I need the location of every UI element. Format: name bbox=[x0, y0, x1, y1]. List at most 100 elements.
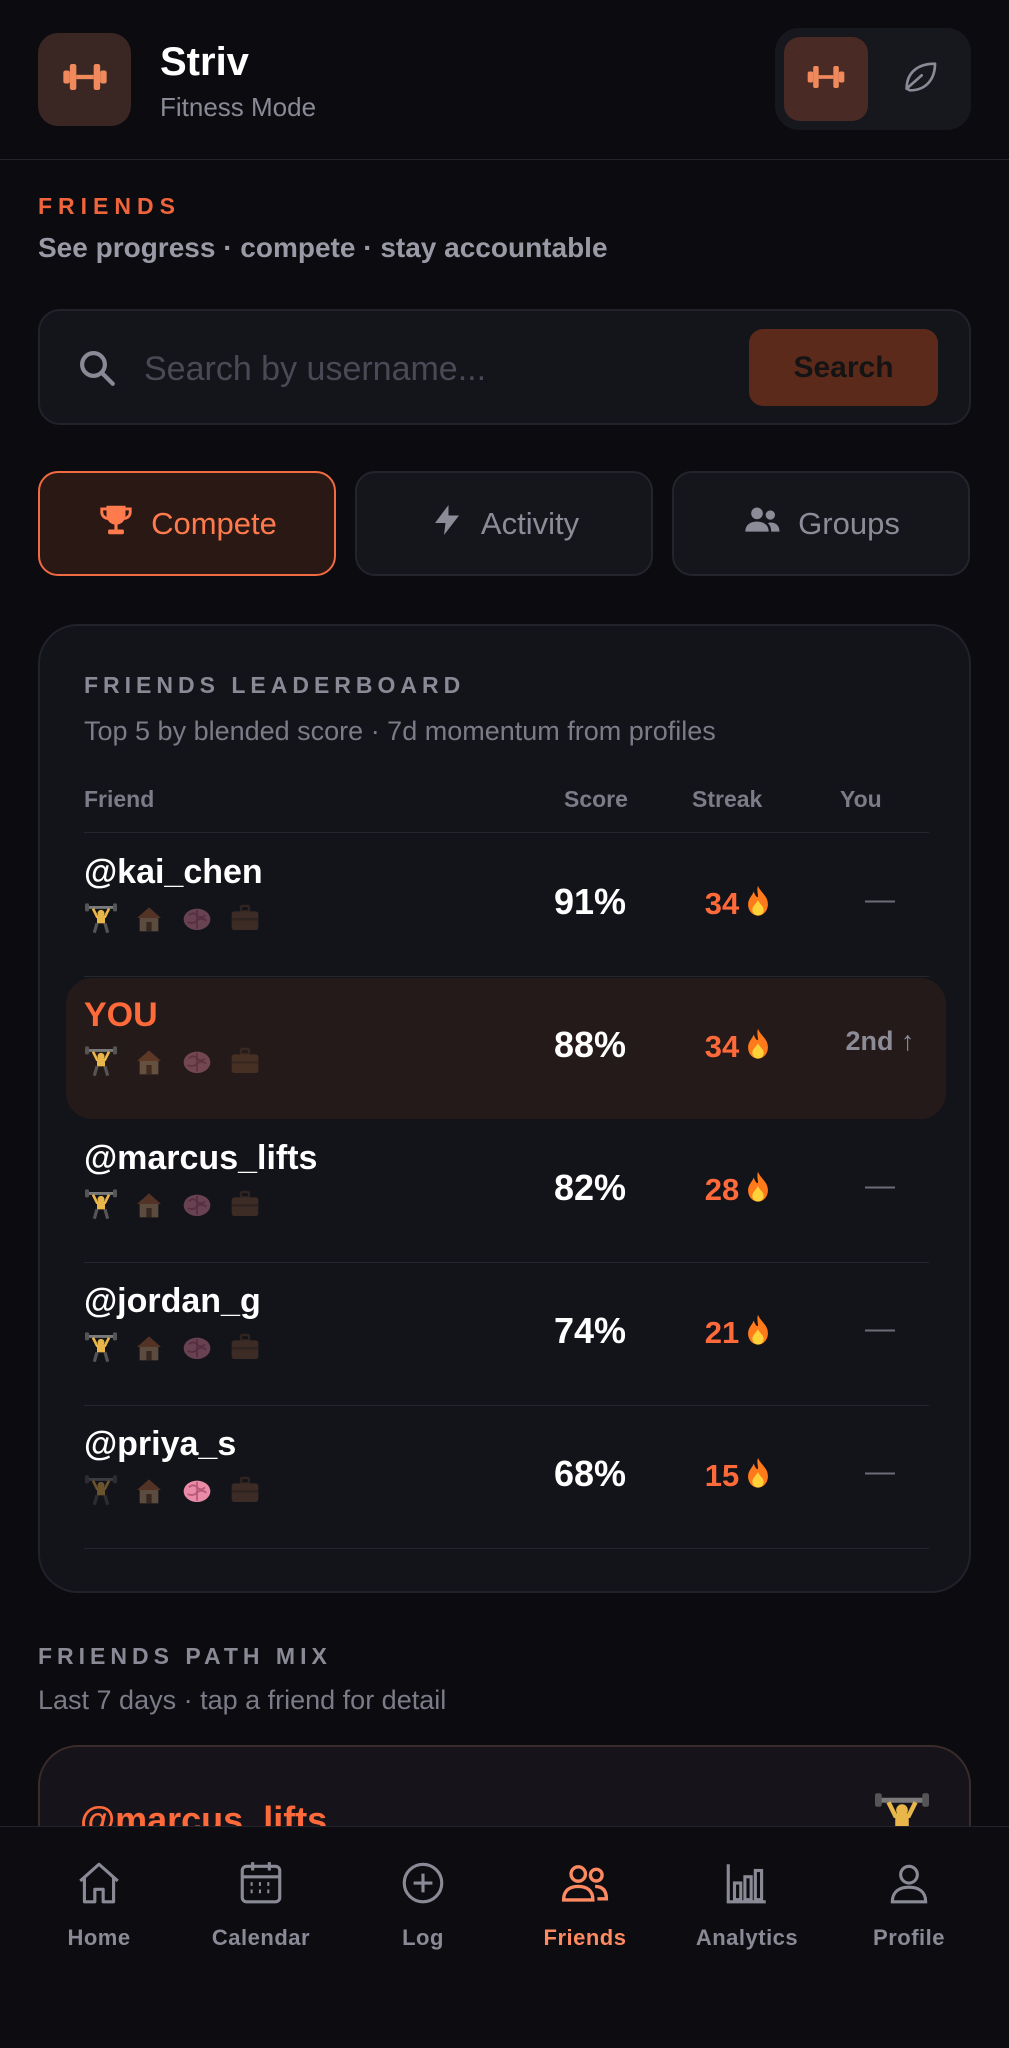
nav-profile[interactable]: Profile bbox=[828, 1857, 990, 1951]
leaderboard-title: FRIENDS LEADERBOARD bbox=[84, 672, 466, 698]
nav-log[interactable]: Log bbox=[342, 1857, 504, 1951]
brain-icon bbox=[180, 1330, 214, 1364]
streak-value: 34 bbox=[704, 1029, 740, 1064]
leaderboard-row[interactable]: @jordan_g 74% 21 — bbox=[40, 1262, 973, 1405]
calm-mode-button[interactable] bbox=[878, 37, 962, 121]
friend-streak: 21 bbox=[680, 1312, 800, 1354]
weightlifter-icon bbox=[84, 1473, 118, 1507]
nav-label: Log bbox=[402, 1925, 444, 1950]
you-comparison: — bbox=[865, 1312, 895, 1345]
nav-friends[interactable]: Friends bbox=[504, 1857, 666, 1951]
you-comparison: — bbox=[865, 1169, 895, 1202]
path-icons bbox=[84, 1044, 262, 1078]
section-subtitle: See progress · compete · stay accountabl… bbox=[38, 232, 608, 263]
path-mix-kicker: FRIENDS PATH MIX bbox=[38, 1643, 332, 1669]
friend-streak: 28 bbox=[680, 1169, 800, 1211]
house-icon bbox=[132, 1330, 166, 1364]
house-icon bbox=[132, 1187, 166, 1221]
app-header: Striv Fitness Mode bbox=[0, 0, 1009, 160]
leaderboard-row-you[interactable]: YOU 88% 34 2nd ↑ bbox=[40, 976, 973, 1119]
friend-name: YOU bbox=[84, 996, 158, 1034]
app-title: Striv bbox=[160, 40, 249, 84]
streak-value: 15 bbox=[704, 1458, 740, 1493]
nav-label: Home bbox=[67, 1925, 131, 1950]
leaderboard-row[interactable]: @kai_chen 91% 34 — bbox=[40, 833, 973, 976]
path-icons bbox=[84, 901, 262, 935]
tab-label: Compete bbox=[151, 505, 277, 541]
people-icon bbox=[742, 500, 782, 548]
friend-streak: 34 bbox=[680, 1026, 800, 1068]
tab-groups[interactable]: Groups bbox=[672, 471, 970, 576]
calendar-icon bbox=[236, 1858, 286, 1913]
friend-name: @marcus_lifts bbox=[84, 1139, 318, 1177]
fire-icon bbox=[741, 1312, 775, 1354]
profile-icon bbox=[884, 1858, 934, 1913]
friend-name: @jordan_g bbox=[84, 1282, 261, 1320]
briefcase-icon bbox=[228, 1187, 262, 1221]
you-comparison: — bbox=[865, 1455, 895, 1488]
house-icon bbox=[132, 1473, 166, 1507]
path-icons bbox=[84, 1330, 262, 1364]
fire-icon bbox=[741, 1026, 775, 1068]
path-mix-subtitle: Last 7 days · tap a friend for detail bbox=[38, 1685, 447, 1715]
dumbbell-icon bbox=[804, 55, 848, 104]
tab-activity[interactable]: Activity bbox=[355, 471, 653, 576]
nav-label: Profile bbox=[873, 1925, 945, 1950]
you-comparison: 2nd ↑ bbox=[845, 1026, 915, 1056]
house-icon bbox=[132, 1044, 166, 1078]
fire-icon bbox=[741, 1169, 775, 1211]
path-icons bbox=[84, 1187, 262, 1221]
brain-icon bbox=[180, 1044, 214, 1078]
tab-label: Activity bbox=[480, 505, 580, 541]
trophy-icon bbox=[97, 501, 135, 547]
mode-toggle bbox=[775, 28, 971, 130]
friend-score: 88% bbox=[553, 1024, 627, 1065]
friend-streak: 15 bbox=[680, 1455, 800, 1497]
leaf-icon bbox=[900, 57, 940, 102]
friend-name: @priya_s bbox=[84, 1425, 237, 1463]
path-icons bbox=[84, 1473, 262, 1507]
leaderboard-subtitle: Top 5 by blended score · 7d momentum fro… bbox=[84, 716, 716, 746]
leaderboard-row[interactable]: @marcus_lifts 82% 28 — bbox=[40, 1119, 973, 1262]
briefcase-icon bbox=[228, 1330, 262, 1364]
fitness-mode-button[interactable] bbox=[784, 37, 868, 121]
briefcase-icon bbox=[228, 1044, 262, 1078]
lightning-icon bbox=[429, 502, 465, 546]
friend-streak: 34 bbox=[680, 883, 800, 925]
plus-circle-icon bbox=[398, 1858, 448, 1913]
friend-score: 74% bbox=[553, 1310, 627, 1351]
leaderboard-card: FRIENDS LEADERBOARD Top 5 by blended sco… bbox=[38, 624, 971, 1593]
app-subtitle: Fitness Mode bbox=[160, 92, 317, 122]
nav-calendar[interactable]: Calendar bbox=[180, 1857, 342, 1951]
nav-label: Analytics bbox=[695, 1925, 799, 1950]
bottom-nav: Home Calendar Log Friends Analytics Prof… bbox=[0, 1826, 1009, 2048]
brain-icon bbox=[180, 1473, 214, 1507]
nav-analytics[interactable]: Analytics bbox=[666, 1857, 828, 1951]
friend-score: 91% bbox=[553, 881, 627, 922]
column-header-friend: Friend bbox=[84, 786, 155, 812]
dumbbell-icon bbox=[59, 51, 111, 108]
search-box: Search bbox=[38, 309, 971, 425]
friends-icon bbox=[558, 1856, 612, 1915]
section-kicker: FRIENDS bbox=[38, 193, 181, 219]
weightlifter-icon bbox=[84, 1044, 118, 1078]
friend-score: 68% bbox=[553, 1453, 627, 1494]
search-icon bbox=[76, 347, 118, 394]
column-header-you: You bbox=[840, 786, 882, 812]
weightlifter-icon bbox=[84, 1330, 118, 1364]
divider bbox=[84, 1548, 929, 1549]
briefcase-icon bbox=[228, 1473, 262, 1507]
search-button[interactable]: Search bbox=[749, 329, 938, 406]
briefcase-icon bbox=[228, 901, 262, 935]
nav-home[interactable]: Home bbox=[18, 1857, 180, 1951]
streak-value: 34 bbox=[704, 886, 740, 921]
leaderboard-row[interactable]: @priya_s 68% 15 — bbox=[40, 1405, 973, 1548]
friend-score: 82% bbox=[553, 1167, 627, 1208]
search-input[interactable] bbox=[144, 339, 764, 399]
tab-compete[interactable]: Compete bbox=[38, 471, 336, 576]
streak-value: 21 bbox=[704, 1315, 740, 1350]
you-comparison: — bbox=[865, 883, 895, 916]
fire-icon bbox=[741, 883, 775, 925]
home-icon bbox=[74, 1858, 124, 1913]
weightlifter-icon bbox=[84, 1187, 118, 1221]
